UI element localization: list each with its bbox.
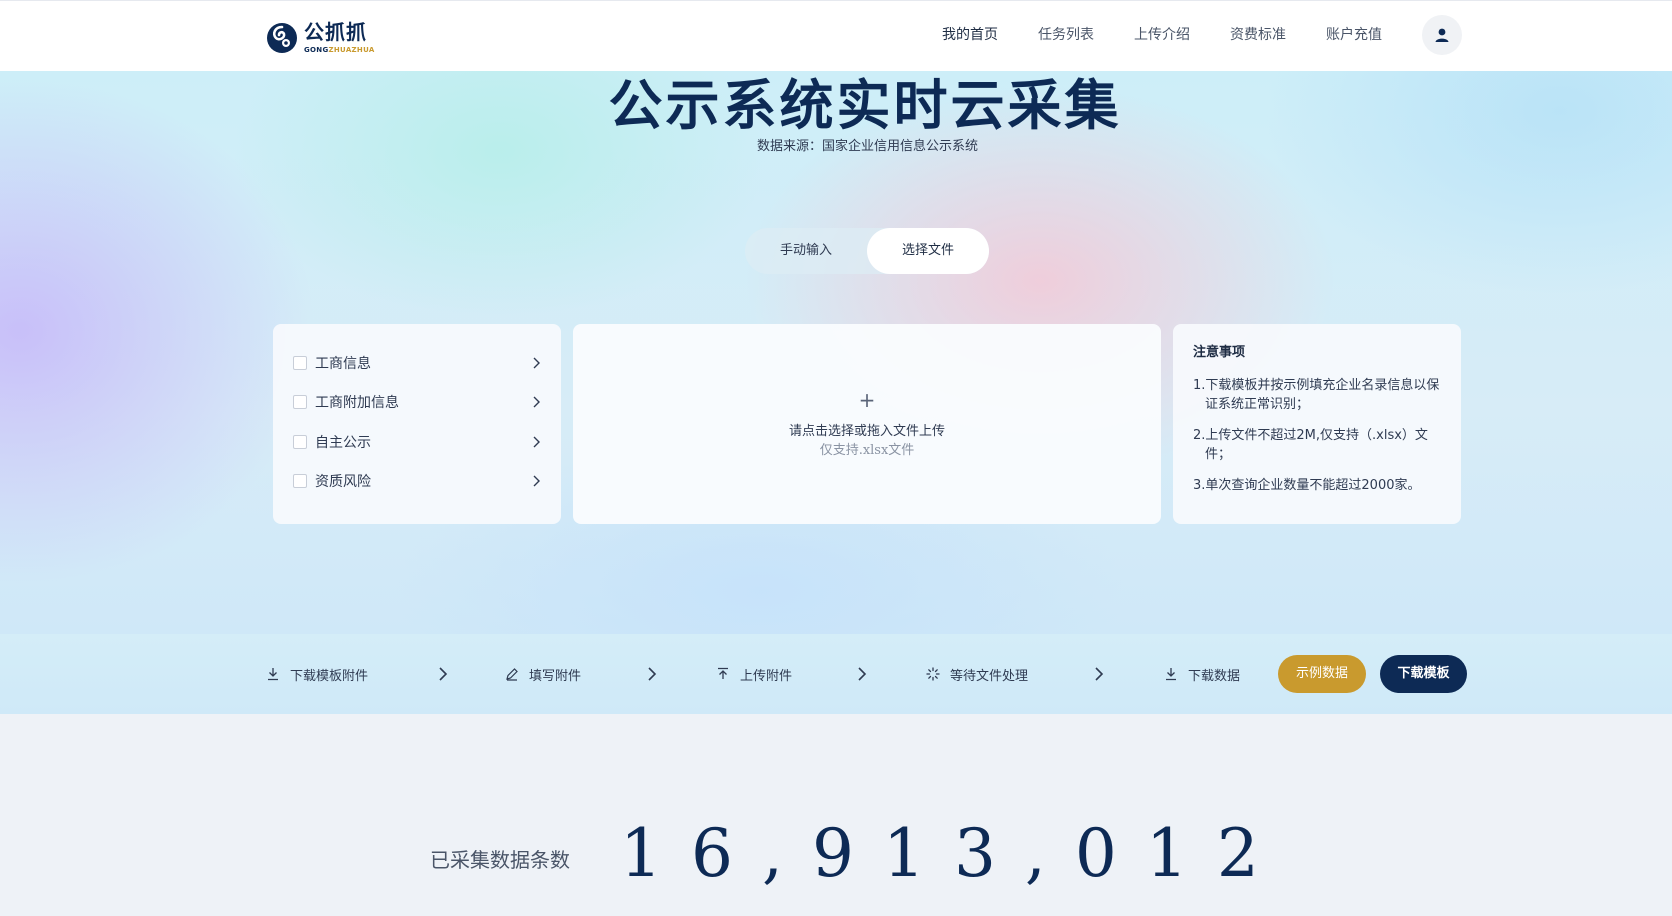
logo-subtitle: GONGZHUAZHUA [304, 46, 375, 54]
category-label: 工商附加信息 [315, 395, 399, 411]
chevron-right-icon [533, 436, 540, 448]
upload-icon [718, 667, 728, 679]
data-source-text: 数据来源：国家企业信用信息公示系统 [756, 139, 978, 154]
tab-manual-input[interactable]: 手动输入 [745, 228, 867, 274]
nav-pricing[interactable]: 资费标准 [1230, 25, 1286, 45]
step-label: 下载模板附件 [290, 668, 369, 684]
category-item[interactable]: 工商附加信息 [293, 391, 543, 413]
note-item: 3.单次查询企业数量不能超过2000家。 [1193, 478, 1421, 493]
spinner-icon [926, 667, 940, 681]
step-label: 下载数据 [1188, 668, 1241, 684]
chevron-right-icon [648, 667, 657, 681]
step-download-data[interactable]: 下载数据 [1164, 664, 1240, 684]
category-item[interactable]: 自主公示 [293, 431, 543, 453]
upload-format-hint: 仅支持.xlsx文件 [819, 443, 915, 458]
category-item[interactable]: 工商信息 [293, 352, 543, 374]
category-item[interactable]: 资质风险 [293, 470, 543, 492]
chevron-right-icon [1095, 667, 1104, 681]
download-template-button[interactable]: 下载模板 [1380, 655, 1467, 693]
logo[interactable]: 公抓抓 GONGZHUAZHUA [266, 19, 375, 57]
step-label: 等待文件处理 [950, 668, 1029, 684]
pen-icon [506, 668, 518, 681]
step-wait-processing[interactable]: 等待文件处理 [926, 664, 1028, 684]
plus-icon: + [858, 388, 876, 412]
step-upload-attachment[interactable]: 上传附件 [716, 664, 792, 684]
step-label: 上传附件 [740, 668, 793, 684]
note-item: 2.上传文件不超过2M,仅支持（.xlsx）文件； [1193, 428, 1428, 462]
top-header: 公抓抓 GONGZHUAZHUA 我的首页 任务列表 上传介绍 资费标准 账户充… [0, 0, 1672, 71]
chevron-right-icon [533, 475, 540, 487]
user-avatar-button[interactable] [1422, 15, 1462, 55]
user-icon [1435, 28, 1449, 42]
hero-section: 公示系统实时云采集 数据来源：国家企业信用信息公示系统 手动输入 选择文件 工商… [0, 71, 1672, 634]
nav-upload-intro[interactable]: 上传介绍 [1134, 25, 1190, 45]
chevron-right-icon [858, 667, 867, 681]
upload-instruction: 请点击选择或拖入文件上传 [788, 424, 945, 439]
download-icon [1166, 668, 1176, 681]
process-steps-bar: 下载模板附件 填写附件 上传附件 等待文件处理 下载数据 示例数据 下载模板 [0, 634, 1672, 714]
stats-section: 已采集数据条数 16,913,012 [0, 714, 1672, 916]
category-checkbox[interactable] [293, 395, 307, 409]
page-title: 公示系统实时云采集 [608, 74, 1122, 137]
tab-select-file[interactable]: 选择文件 [867, 228, 989, 274]
category-checkbox[interactable] [293, 356, 307, 370]
chevron-right-icon [439, 667, 448, 681]
input-mode-tabs: 手动输入 选择文件 [745, 228, 989, 274]
category-checkbox[interactable] [293, 474, 307, 488]
step-fill-attachment[interactable]: 填写附件 [505, 664, 581, 684]
logo-icon [267, 23, 297, 53]
category-label: 自主公示 [315, 435, 371, 451]
chevron-right-icon [533, 396, 540, 408]
notes-title: 注意事项 [1193, 345, 1246, 360]
category-label: 工商信息 [315, 356, 371, 372]
chevron-right-icon [533, 357, 540, 369]
category-checkbox[interactable] [293, 435, 307, 449]
step-download-template[interactable]: 下载模板附件 [266, 664, 368, 684]
category-list-card: 工商信息 工商附加信息 自主公示 资质风险 [273, 324, 561, 524]
sample-data-button[interactable]: 示例数据 [1278, 655, 1366, 693]
nav-home[interactable]: 我的首页 [942, 25, 998, 45]
category-label: 资质风险 [315, 474, 371, 490]
nav-task-list[interactable]: 任务列表 [1038, 25, 1094, 45]
logo-name: 公抓抓 [304, 20, 367, 44]
file-upload-dropzone[interactable]: + 请点击选择或拖入文件上传 仅支持.xlsx文件 [573, 324, 1161, 524]
download-icon [268, 668, 278, 681]
nav-recharge[interactable]: 账户充值 [1326, 25, 1382, 45]
collected-count-label: 已采集数据条数 [430, 848, 570, 872]
step-label: 填写附件 [529, 668, 582, 684]
collected-count-value: 16,913,012 [620, 815, 1288, 892]
notes-card: 注意事项 1.下载模板并按示例填充企业名录信息以保证系统正常识别； 2.上传文件… [1173, 324, 1461, 524]
note-item: 1.下载模板并按示例填充企业名录信息以保证系统正常识别； [1193, 378, 1440, 412]
